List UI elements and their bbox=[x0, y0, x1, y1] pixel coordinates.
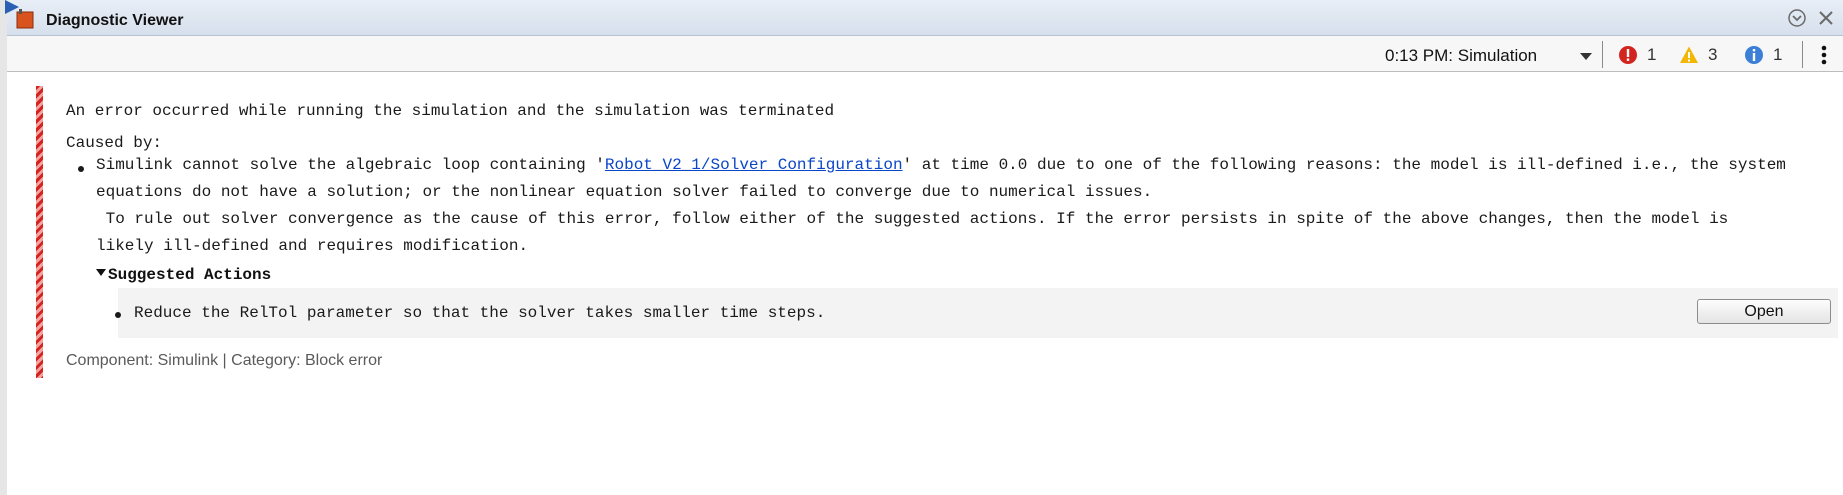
run-selector-label: 0:13 PM: Simulation bbox=[1385, 46, 1538, 65]
caret-down-icon bbox=[1579, 48, 1593, 62]
info-count: 1 bbox=[1773, 45, 1783, 64]
info-icon bbox=[1745, 46, 1763, 64]
bullet bbox=[115, 312, 121, 318]
warning-filter-button[interactable]: 3 bbox=[1679, 42, 1717, 68]
toolbar-separator bbox=[1602, 41, 1603, 68]
error-filter-button[interactable]: 1 bbox=[1618, 42, 1656, 68]
run-selector-dropdown[interactable]: 0:13 PM: Simulation bbox=[1385, 44, 1593, 68]
close-icon[interactable] bbox=[1816, 8, 1836, 28]
error-message: An error occurred while running the simu… bbox=[36, 86, 1838, 378]
caused-by-label: Caused by: bbox=[66, 134, 163, 152]
window-title: Diagnostic Viewer bbox=[46, 12, 184, 29]
toolbar: 0:13 PM: Simulation 1 3 1 bbox=[7, 36, 1843, 72]
cause-text: Simulink cannot solve the algebraic loop… bbox=[96, 156, 605, 174]
warning-icon bbox=[1680, 46, 1698, 63]
component-category-line: Component: Simulink | Category: Block er… bbox=[66, 352, 382, 370]
error-count: 1 bbox=[1647, 45, 1657, 64]
cause-line-2: equations do not have a solution; or the… bbox=[96, 183, 1153, 201]
category-label: Category: bbox=[231, 352, 301, 369]
diagnostics-content: An error occurred while running the simu… bbox=[7, 72, 1843, 495]
cause-text: ' at time 0.0 due to one of the followin… bbox=[902, 156, 1786, 174]
separator: | bbox=[222, 352, 227, 369]
component-value: Simulink bbox=[157, 352, 219, 369]
cause-line-1: Simulink cannot solve the algebraic loop… bbox=[96, 156, 1786, 174]
category-value: Block error bbox=[304, 352, 383, 369]
suggested-actions-header: Suggested Actions bbox=[108, 266, 272, 284]
component-label: Component: bbox=[66, 352, 154, 369]
triangle-down-icon bbox=[96, 269, 106, 276]
diagnostic-viewer-window: Diagnostic Viewer 0:13 PM: Simulation 1 … bbox=[0, 0, 1843, 495]
suggested-action-text: Reduce the RelTol parameter so that the … bbox=[134, 304, 826, 322]
info-filter-button[interactable]: 1 bbox=[1744, 42, 1782, 68]
solver-configuration-link[interactable]: Robot_V2_1/Solver Configuration bbox=[605, 156, 903, 174]
error-headline: An error occurred while running the simu… bbox=[66, 102, 835, 120]
open-button[interactable]: Open bbox=[1697, 299, 1831, 324]
toolbar-separator bbox=[1802, 41, 1803, 68]
error-icon bbox=[1619, 46, 1637, 64]
warning-count: 3 bbox=[1708, 45, 1718, 64]
bullet bbox=[78, 166, 84, 172]
title-bar: Diagnostic Viewer bbox=[5, 0, 1843, 36]
chevron-circle-down-icon[interactable] bbox=[1787, 8, 1807, 28]
cause-line-3: To rule out solver convergence as the ca… bbox=[96, 210, 1729, 228]
suggested-actions-toggle[interactable]: Suggested Actions bbox=[96, 266, 271, 284]
error-severity-stripe bbox=[36, 86, 43, 378]
simulink-app-icon bbox=[5, 0, 41, 34]
kebab-menu-icon[interactable] bbox=[1817, 43, 1831, 67]
cause-line-4: likely ill-defined and requires modifica… bbox=[96, 237, 529, 255]
